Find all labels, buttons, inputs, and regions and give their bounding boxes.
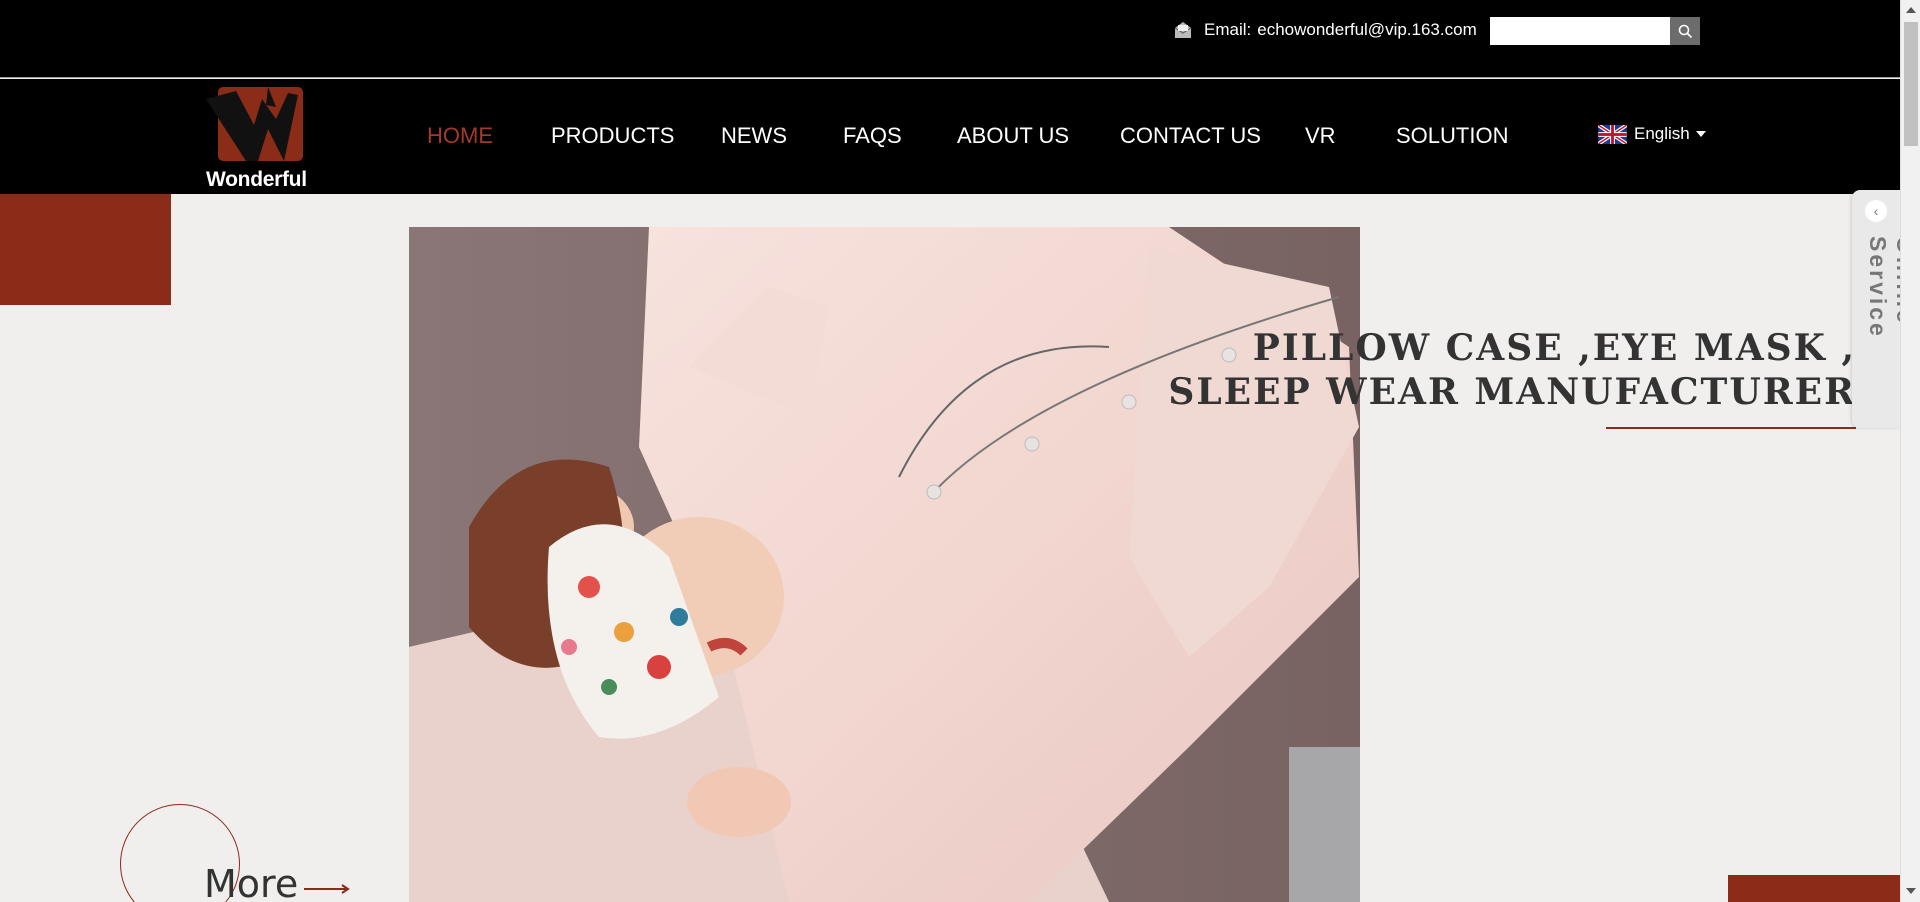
search-button[interactable] (1670, 17, 1700, 45)
nav-solution[interactable]: SOLUTION (1396, 123, 1508, 149)
scroll-up-icon[interactable] (1906, 7, 1916, 13)
email-address[interactable]: echowonderful@vip.163.com (1257, 20, 1477, 40)
nav-news[interactable]: NEWS (721, 123, 787, 149)
scroll-down-icon[interactable] (1906, 888, 1916, 894)
scroll-thumb[interactable] (1904, 22, 1918, 146)
hero-headline: PILLOW CASE ,EYE MASK , SLEEP WEAR MANUF… (1168, 326, 1856, 414)
nav-products[interactable]: PRODUCTS (551, 123, 674, 149)
language-selector[interactable]: English (1598, 124, 1706, 144)
decorative-block-right (1728, 875, 1900, 902)
logo[interactable]: Wonderful (206, 87, 307, 191)
top-bar: Email: echowonderful@vip.163.com (0, 0, 1900, 78)
nav-vr[interactable]: VR (1305, 123, 1336, 149)
nav-home[interactable]: HOME (427, 123, 493, 149)
email-label: Email: (1204, 20, 1252, 39)
more-link[interactable]: More (204, 862, 298, 902)
language-label: English (1634, 124, 1690, 143)
chevron-left-icon[interactable]: ‹ (1865, 200, 1887, 222)
nav-faqs[interactable]: FAQS (843, 123, 902, 149)
decorative-block (0, 194, 171, 305)
headline-underline (1606, 427, 1856, 429)
envelope-icon (1174, 22, 1192, 38)
nav-about-us[interactable]: ABOUT US (957, 123, 1069, 149)
main-nav: Wonderful HOME PRODUCTS NEWS FAQS ABOUT … (0, 79, 1900, 194)
search-icon (1678, 24, 1692, 38)
caret-down-icon (1695, 131, 1706, 137)
page-scrollbar[interactable] (1900, 0, 1920, 902)
logo-text: Wonderful (206, 168, 307, 191)
search-input[interactable] (1490, 17, 1670, 45)
online-service-panel[interactable]: ‹ Online Service (1852, 190, 1918, 428)
headline-line-1: PILLOW CASE ,EYE MASK , (1252, 327, 1856, 369)
uk-flag-icon (1598, 124, 1627, 144)
headline-line-2: SLEEP WEAR MANUFACTURER (1168, 371, 1856, 413)
contact-email: Email: echowonderful@vip.163.com (1173, 18, 1477, 42)
arrow-right-icon[interactable] (304, 884, 350, 894)
nav-contact-us[interactable]: CONTACT US (1120, 123, 1261, 149)
logo-mark-icon (206, 87, 303, 161)
